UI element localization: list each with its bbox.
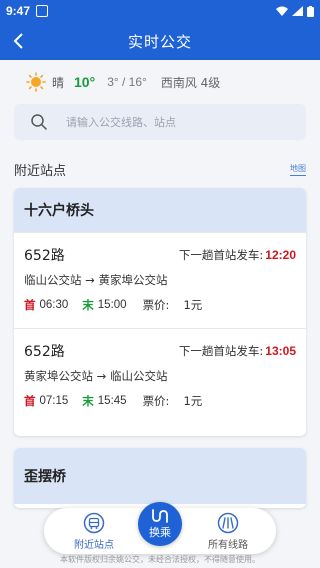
nearby-label: 附近站点	[14, 163, 67, 179]
chevron-left-icon	[13, 33, 23, 49]
first-bus-tag: 首	[24, 298, 36, 312]
battery-icon	[307, 5, 314, 17]
fare-value: 1元	[183, 298, 203, 312]
route-item[interactable]: 652路 下一趟首站发车: 12:20 临山公交站 → 黄家埠公交站 首 06:…	[14, 232, 306, 328]
route-item[interactable]: 652路 下一趟首站发车: 13:05 黄家埠公交站 → 临山公交站 首 07:…	[14, 328, 306, 424]
route-number: 652路	[24, 344, 65, 360]
first-bus-time: 06:30	[39, 299, 69, 311]
fare-label: 票价:	[142, 394, 170, 408]
routes-icon	[217, 512, 239, 534]
weather-bar: 晴 10° 3° / 16° 西南风 4级	[0, 60, 320, 104]
search-bar[interactable]	[14, 104, 306, 140]
fare-value: 1元	[183, 394, 203, 408]
nav-nearby-stops[interactable]: 附近站点	[64, 512, 124, 552]
nav-transfer[interactable]: 换乘	[138, 502, 182, 546]
notification-icon	[36, 5, 49, 17]
nav-all-routes-label: 所有线路	[208, 540, 248, 551]
search-input[interactable]	[66, 115, 266, 129]
sun-icon	[26, 72, 46, 92]
fare-label: 票价:	[142, 298, 170, 312]
nearby-section-header: 附近站点 地图	[14, 158, 306, 180]
first-bus-time: 07:15	[39, 395, 69, 407]
page-title: 实时公交	[127, 32, 192, 51]
last-bus-time: 15:00	[97, 299, 127, 311]
next-departure-label: 下一趟首站发车:	[178, 248, 264, 262]
wifi-icon	[276, 6, 288, 16]
last-bus-tag: 末	[82, 298, 94, 312]
weather-temperature: 10°	[74, 74, 96, 90]
first-bus-tag: 首	[24, 394, 36, 408]
next-departure-time: 13:05	[265, 344, 296, 358]
status-time: 9:47	[6, 4, 31, 18]
nav-all-routes[interactable]: 所有线路	[198, 512, 258, 552]
stop-card: 歪摆桥	[14, 448, 306, 508]
stop-name[interactable]: 歪摆桥	[14, 448, 306, 504]
search-icon	[31, 114, 47, 130]
status-icons	[276, 5, 314, 17]
stop-card: 十六户桥头 652路 下一趟首站发车: 12:20 临山公交站 → 黄家埠公交站…	[14, 188, 306, 436]
nav-transfer-label: 换乘	[149, 526, 171, 539]
bus-stop-icon	[83, 512, 105, 534]
transfer-icon	[152, 509, 168, 523]
app-bar: 实时公交	[0, 22, 320, 60]
map-link[interactable]: 地图	[290, 163, 306, 176]
weather-wind: 西南风 4级	[160, 75, 221, 90]
bottom-nav: 附近站点 换乘 所有线路	[44, 502, 276, 554]
weather-condition: 晴	[52, 75, 65, 90]
weather-range: 3° / 16°	[107, 75, 147, 89]
route-direction: 黄家埠公交站 → 临山公交站	[24, 369, 168, 383]
signal-icon	[292, 6, 303, 16]
stop-name[interactable]: 十六户桥头	[14, 188, 306, 232]
status-bar: 9:47	[0, 0, 320, 22]
route-number: 652路	[24, 248, 65, 264]
next-departure-time: 12:20	[265, 248, 296, 262]
route-direction: 临山公交站 → 黄家埠公交站	[24, 273, 168, 287]
nav-nearby-label: 附近站点	[74, 540, 114, 551]
last-bus-tag: 末	[82, 394, 94, 408]
footer-copyright: 本软件版权归余姚公交，未经合法授权，不得随意使用。	[60, 555, 260, 564]
next-departure-label: 下一趟首站发车:	[178, 344, 264, 358]
last-bus-time: 15:45	[97, 395, 127, 407]
back-button[interactable]	[8, 30, 30, 52]
